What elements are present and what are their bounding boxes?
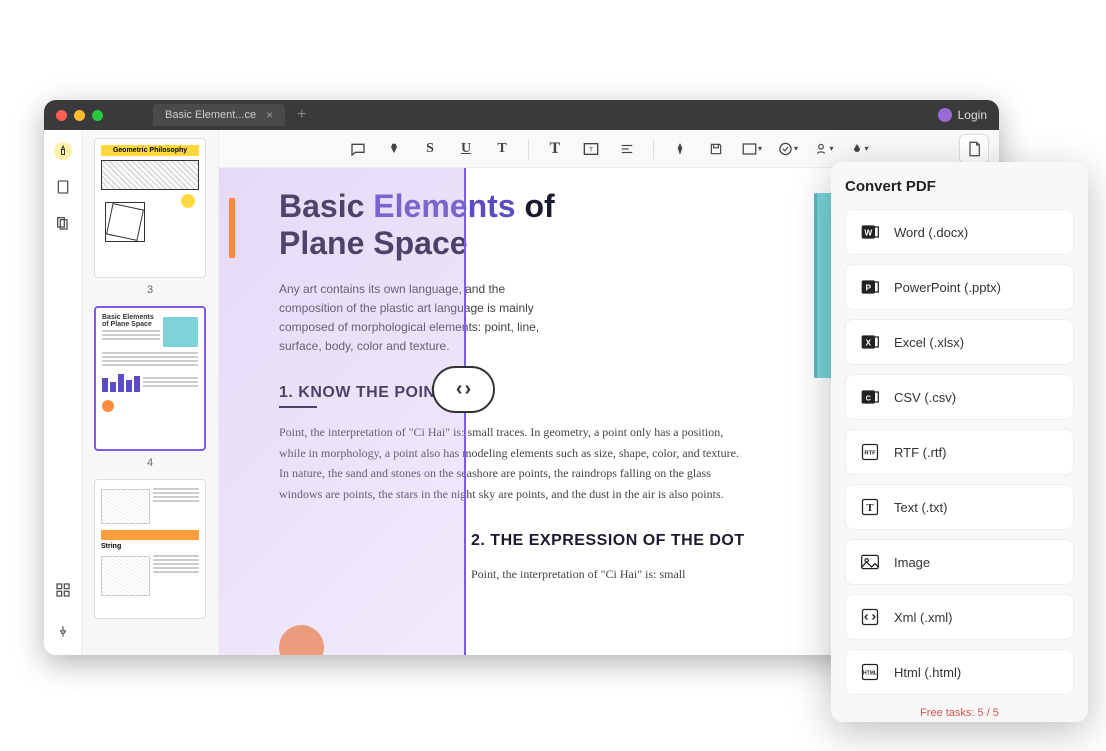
thumb-title: Basic Elements of Plane Space bbox=[102, 314, 160, 328]
svg-text:X: X bbox=[866, 337, 872, 347]
option-label: RTF (.rtf) bbox=[894, 445, 946, 460]
tab-label: Basic Element...ce bbox=[165, 109, 256, 121]
option-label: CSV (.csv) bbox=[894, 390, 956, 405]
svg-text:HTML: HTML bbox=[863, 671, 877, 677]
intro-paragraph: Any art contains its own language, and t… bbox=[279, 280, 544, 357]
convert-option-word[interactable]: W Word (.docx) bbox=[845, 209, 1074, 255]
convert-pdf-panel: Convert PDF W Word (.docx) P PowerPoint … bbox=[831, 162, 1088, 722]
comment-tool-icon[interactable] bbox=[348, 139, 368, 159]
svg-text:P: P bbox=[866, 282, 872, 292]
insert-tool-icon[interactable]: ▾ bbox=[742, 139, 762, 159]
accent-bar bbox=[229, 198, 235, 258]
option-label: Xml (.xml) bbox=[894, 610, 953, 625]
option-label: PowerPoint (.pptx) bbox=[894, 280, 1001, 295]
thumbnail-page-3[interactable]: Geometric Philosophy bbox=[94, 138, 206, 278]
xml-icon bbox=[860, 607, 880, 627]
pin-tool-icon[interactable] bbox=[54, 623, 72, 641]
separator bbox=[528, 139, 529, 159]
login-button[interactable]: Login bbox=[938, 108, 987, 122]
close-window-icon[interactable] bbox=[56, 110, 67, 121]
convert-button[interactable] bbox=[959, 134, 989, 164]
thumbnail-page-5[interactable]: String bbox=[94, 479, 206, 619]
maximize-window-icon[interactable] bbox=[92, 110, 103, 121]
thumbnails-panel: Geometric Philosophy 3 Basic Element bbox=[82, 130, 219, 655]
thumb-title: Geometric Philosophy bbox=[101, 145, 199, 156]
close-tab-icon[interactable]: × bbox=[266, 108, 273, 122]
left-rail bbox=[44, 130, 82, 655]
titlebar: Basic Element...ce × + Login bbox=[44, 100, 999, 130]
svg-text:T: T bbox=[866, 502, 874, 514]
document-tab[interactable]: Basic Element...ce × bbox=[153, 104, 285, 126]
chevron-left-icon: ‹ bbox=[456, 378, 463, 401]
convert-options-list: W Word (.docx) P PowerPoint (.pptx) X Ex… bbox=[845, 209, 1074, 695]
add-tab-button[interactable]: + bbox=[297, 106, 306, 124]
free-tasks-counter: Free tasks: 5 / 5 bbox=[845, 707, 1074, 719]
body-paragraph-1: Point, the interpretation of "Ci Hai" is… bbox=[279, 422, 749, 504]
window-controls bbox=[56, 110, 103, 121]
grid-tool-icon[interactable] bbox=[54, 581, 72, 599]
panel-title: Convert PDF bbox=[845, 178, 1074, 195]
body-paragraph-2: Point, the interpretation of "Ci Hai" is… bbox=[471, 564, 751, 584]
svg-text:W: W bbox=[864, 227, 872, 237]
powerpoint-icon: P bbox=[860, 277, 880, 297]
image-icon bbox=[860, 552, 880, 572]
page-title: Basic Elements of Plane Space bbox=[279, 188, 559, 262]
thumb-number-4: 4 bbox=[94, 457, 206, 469]
highlighter-icon[interactable] bbox=[384, 139, 404, 159]
strikethrough-icon[interactable]: S bbox=[420, 139, 440, 159]
text-tool-icon[interactable]: T bbox=[492, 139, 512, 159]
text-icon: T bbox=[860, 497, 880, 517]
word-icon: W bbox=[860, 222, 880, 242]
font-tool-icon[interactable]: T bbox=[545, 139, 565, 159]
convert-option-excel[interactable]: X Excel (.xlsx) bbox=[845, 319, 1074, 365]
chevron-right-icon: › bbox=[465, 378, 472, 401]
align-tool-icon[interactable] bbox=[617, 139, 637, 159]
svg-text:C: C bbox=[866, 393, 872, 402]
convert-option-image[interactable]: Image bbox=[845, 539, 1074, 585]
separator bbox=[653, 139, 654, 159]
avatar-icon bbox=[938, 108, 952, 122]
option-label: Word (.docx) bbox=[894, 225, 968, 240]
csv-icon: C bbox=[860, 387, 880, 407]
decorative-circle bbox=[279, 625, 324, 655]
option-label: Excel (.xlsx) bbox=[894, 335, 964, 350]
convert-option-xml[interactable]: Xml (.xml) bbox=[845, 594, 1074, 640]
excel-icon: X bbox=[860, 332, 880, 352]
html-icon: HTML bbox=[860, 662, 880, 682]
convert-option-rtf[interactable]: RTF RTF (.rtf) bbox=[845, 429, 1074, 475]
login-label: Login bbox=[958, 108, 987, 122]
signature-tool-icon[interactable]: ▾ bbox=[814, 139, 834, 159]
option-label: Image bbox=[894, 555, 930, 570]
page-tool-icon[interactable] bbox=[54, 178, 72, 196]
thumbnail-page-4[interactable]: Basic Elements of Plane Space bbox=[94, 306, 206, 451]
underline-icon[interactable]: U bbox=[456, 139, 476, 159]
textbox-tool-icon[interactable]: T bbox=[581, 139, 601, 159]
save-tool-icon[interactable] bbox=[706, 139, 726, 159]
convert-option-html[interactable]: HTML Html (.html) bbox=[845, 649, 1074, 695]
option-label: Text (.txt) bbox=[894, 500, 947, 515]
convert-option-text[interactable]: T Text (.txt) bbox=[845, 484, 1074, 530]
convert-option-powerpoint[interactable]: P PowerPoint (.pptx) bbox=[845, 264, 1074, 310]
convert-option-csv[interactable]: C CSV (.csv) bbox=[845, 374, 1074, 420]
svg-text:RTF: RTF bbox=[864, 451, 876, 457]
rtf-icon: RTF bbox=[860, 442, 880, 462]
minimize-window-icon[interactable] bbox=[74, 110, 85, 121]
ink-tool-icon[interactable]: ▾ bbox=[850, 139, 870, 159]
thumb-title: String bbox=[101, 543, 199, 550]
pages-tool-icon[interactable] bbox=[54, 214, 72, 232]
pen-tool-icon[interactable] bbox=[670, 139, 690, 159]
thumb-number-3: 3 bbox=[94, 284, 206, 296]
redact-tool-icon[interactable]: ▾ bbox=[778, 139, 798, 159]
option-label: Html (.html) bbox=[894, 665, 961, 680]
compare-slider-handle[interactable]: ‹ › bbox=[432, 366, 495, 413]
highlighter-tool-icon[interactable] bbox=[54, 142, 72, 160]
svg-text:T: T bbox=[589, 146, 593, 153]
